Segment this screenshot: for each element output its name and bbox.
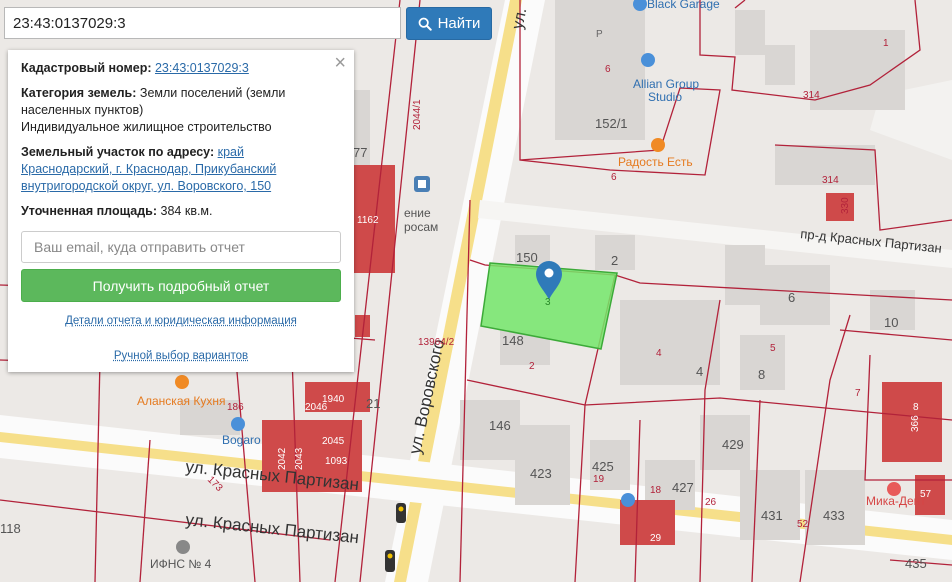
parcel-number-label: 150: [516, 250, 538, 265]
shop-icon: [231, 417, 245, 431]
parcel-number-label: 146: [489, 418, 511, 433]
parcel-number-label: 148: [502, 333, 524, 348]
cadastral-label: Кадастровый номер:: [21, 61, 152, 75]
parcel-number-label: 431: [761, 508, 783, 523]
parcel-number-label: 152/1: [595, 116, 628, 131]
poi-mika: Мика-Дент: [866, 494, 926, 508]
bus-stop-icon: [414, 176, 430, 192]
poi-rosam: росам: [404, 220, 438, 234]
parcel-number-label: 18: [650, 485, 662, 496]
government-icon: [176, 540, 190, 554]
parcel-number-label: 26: [705, 497, 717, 508]
parcel-number-label: 2: [529, 361, 535, 372]
parcel-number-label: 6: [605, 64, 611, 75]
parcel-number-label: 10: [884, 315, 898, 330]
parcel-number-label: 4: [656, 348, 662, 359]
cafe-icon: [175, 375, 189, 389]
poi-ochenie: ение: [404, 206, 431, 220]
area-row: Уточненная площадь: 384 кв.м.: [21, 203, 341, 220]
parcel-number-label: 2045: [322, 436, 345, 447]
area-label: Уточненная площадь:: [21, 204, 158, 218]
parcel-number-label: 314: [803, 90, 820, 101]
parcel-number-label: 425: [592, 459, 614, 474]
parcel-number-label: 3: [545, 297, 551, 308]
studio-icon: [641, 53, 655, 67]
parcel-number-label: 52: [797, 519, 809, 530]
parcel-number-label: 6: [611, 172, 617, 183]
parcel-number-label: 429: [722, 437, 744, 452]
cadastral-number-link[interactable]: 23:43:0137029:3: [155, 61, 249, 75]
usage-text: Индивидуальное жилищное строительство: [21, 120, 272, 134]
parcel-number-label: 57: [920, 489, 932, 500]
parcel-number-label: 4: [696, 364, 703, 379]
address-label: Земельный участок по адресу:: [21, 145, 215, 159]
parcel-number-label: 8: [758, 367, 765, 382]
parcel-number-label: 21: [366, 396, 380, 411]
parcel-number-label: 5: [770, 343, 776, 354]
search-icon: [418, 17, 432, 31]
poi-ifns: ИФНС № 4: [150, 557, 212, 571]
parcel-number-label: 2046: [305, 402, 328, 413]
parcel-number-label: 118: [0, 521, 21, 536]
parcel-number-label: 1: [883, 38, 889, 49]
parcel-number-label: 423: [530, 466, 552, 481]
parcel-number-label: 366: [910, 415, 921, 432]
email-field[interactable]: [21, 231, 341, 263]
close-icon[interactable]: ×: [334, 53, 346, 73]
parcel-number-label: 314: [822, 175, 839, 186]
parcel-info-panel: × Кадастровый номер: 23:43:0137029:3 Кат…: [8, 50, 354, 372]
poi-black-garage: Black Garage: [647, 0, 720, 11]
parcel-number-label: 7: [855, 388, 861, 399]
parcel-number-label: 2042: [277, 447, 288, 470]
parcel-number-label: 1162: [357, 215, 379, 226]
poi-radost: Радость Есть: [618, 155, 693, 169]
category-label: Категория земель:: [21, 86, 137, 100]
get-report-button[interactable]: Получить подробный отчет: [21, 269, 341, 302]
address-row: Земельный участок по адресу: край Красно…: [21, 144, 341, 195]
poi-allian-1: Allian Group: [633, 77, 699, 91]
parcel-number-label: 8: [913, 402, 919, 413]
food-icon: [651, 138, 665, 152]
parcel-number-label: 2043: [294, 447, 305, 470]
parcel-number-label: 186: [227, 402, 244, 413]
manual-link-row: Ручной выбор вариантов: [21, 348, 341, 365]
parcel-number-label: 29: [650, 533, 662, 544]
parcel-number-label: 1093: [325, 456, 348, 467]
details-link[interactable]: Детали отчета и юридическая информация: [65, 315, 297, 327]
parcel-number-label: 330: [840, 197, 851, 214]
search-button-label: Найти: [437, 15, 481, 32]
parcel-number-label: 2: [611, 253, 618, 268]
parcel-number-label: 435: [905, 556, 927, 571]
category-row: Категория земель: Земли поселений (земли…: [21, 85, 341, 119]
parcel-number-label: 13964/2: [418, 337, 455, 348]
search-button[interactable]: Найти: [406, 7, 492, 40]
search-input[interactable]: [4, 7, 401, 39]
parcel-number-label: P: [596, 29, 603, 40]
shop-icon-2: [621, 493, 635, 507]
parcel-number-label: 2044/1: [412, 99, 423, 130]
manual-selection-link[interactable]: Ручной выбор вариантов: [114, 350, 248, 362]
poi-alanskaya: Аланская Кухня: [137, 394, 225, 408]
parcel-number-label: 433: [823, 508, 845, 523]
poi-allian-2: Studio: [648, 90, 682, 104]
parcel-number-label: 19: [593, 474, 605, 485]
poi-bogaro: Bogaro: [222, 433, 261, 447]
details-link-row: Детали отчета и юридическая информация: [21, 313, 341, 330]
parcel-number-label: 427: [672, 480, 694, 495]
area-value: 384 кв.м.: [160, 204, 213, 218]
parcel-number-label: 6: [788, 290, 795, 305]
parcel-number-label: 77: [353, 145, 367, 160]
cadastral-row: Кадастровый номер: 23:43:0137029:3: [21, 60, 341, 77]
